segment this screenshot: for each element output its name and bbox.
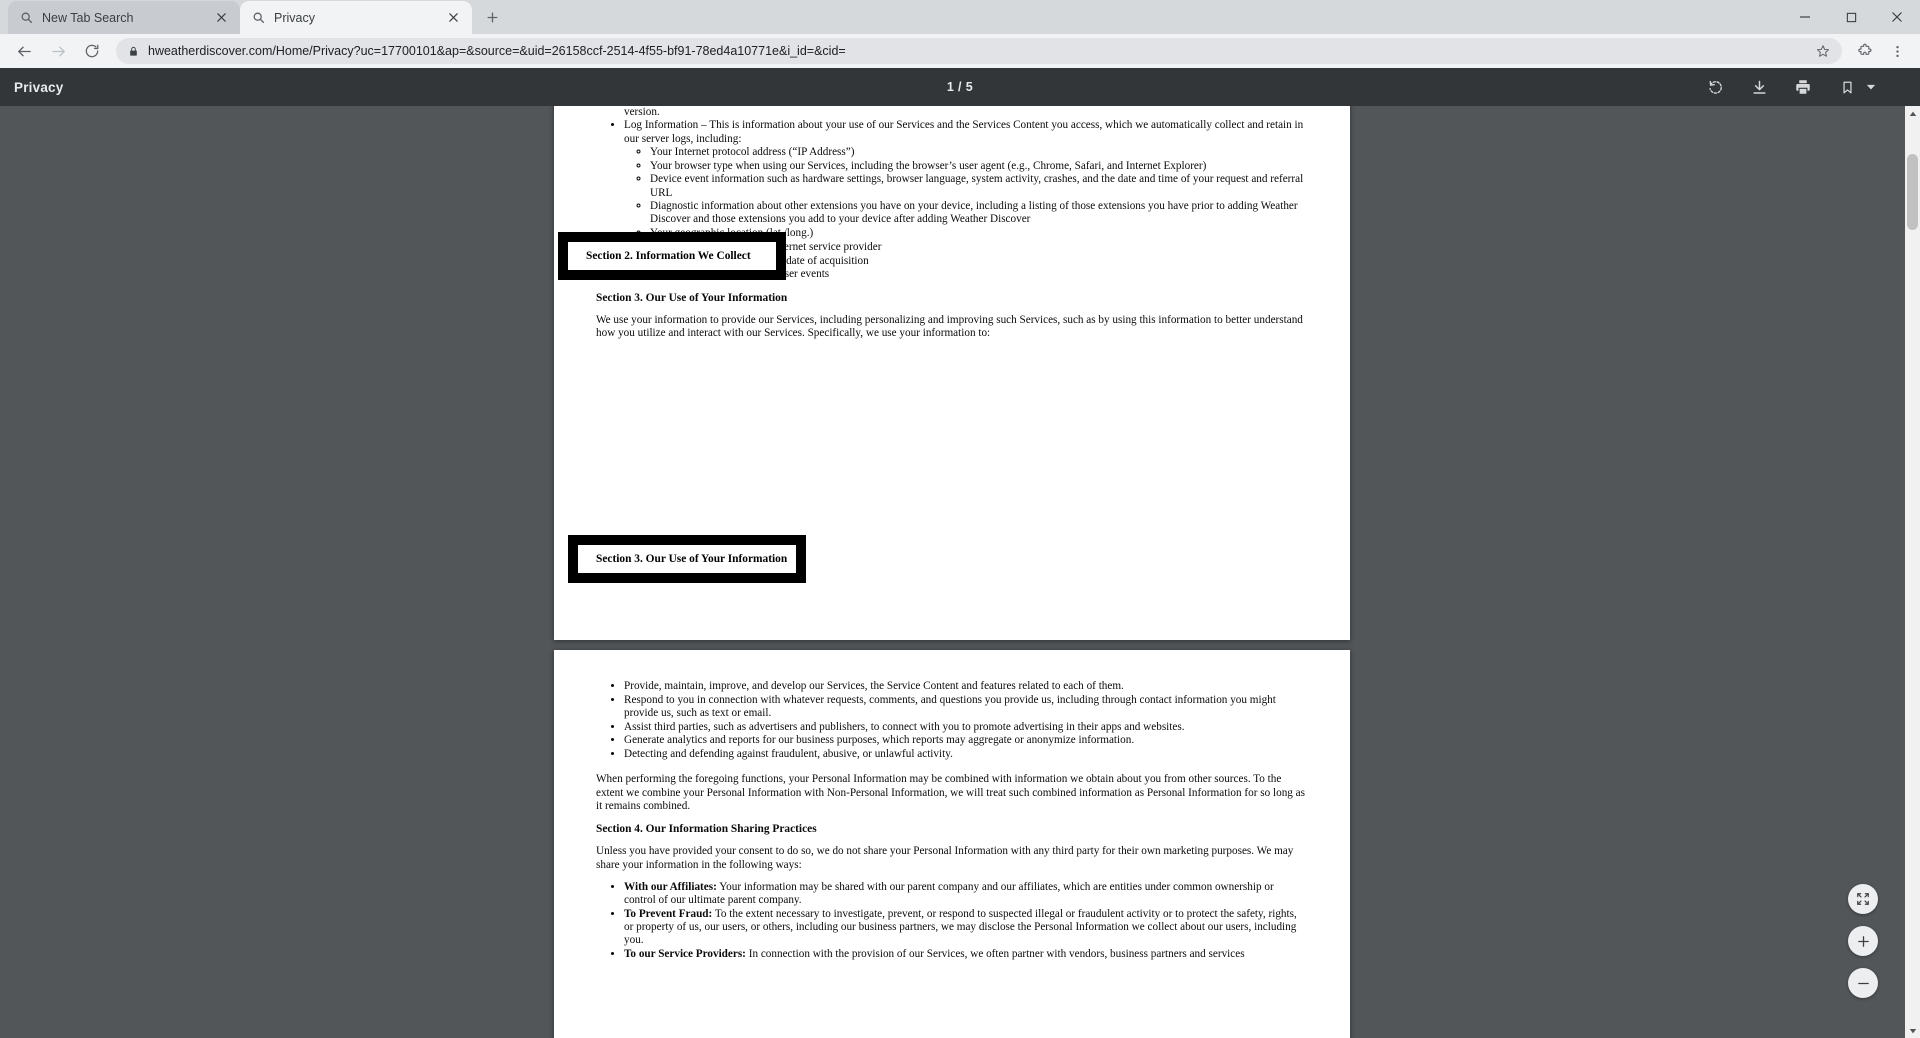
close-icon[interactable] — [444, 9, 462, 27]
list-item: To our Service Providers: In connection … — [624, 948, 1308, 961]
list-item-text: To the extent necessary to investigate, … — [624, 907, 1297, 947]
doc-heading-section-4: Section 4. Our Information Sharing Pract… — [596, 822, 817, 835]
list-item: Your Internet protocol address (“IP Addr… — [650, 146, 1308, 159]
list-item-label: To our Service Providers: — [624, 947, 746, 960]
doc-bullet-list: Provide, maintain, improve, and develop … — [596, 680, 1308, 761]
doc-heading-section-3: Section 3. Our Use of Your Information — [596, 291, 788, 304]
rotate-icon[interactable] — [1704, 76, 1726, 98]
browser-window: New Tab Search Privacy hweatherdiscover.… — [0, 0, 1920, 1038]
new-tab-button[interactable] — [478, 3, 506, 31]
list-item: Provide, maintain, improve, and develop … — [624, 680, 1308, 693]
list-item: Your browser type when using our Service… — [650, 160, 1308, 173]
pdf-document-title: Privacy — [14, 79, 64, 95]
close-window-button[interactable] — [1874, 0, 1920, 34]
list-item: Respond to you in connection with whatev… — [624, 694, 1308, 720]
highlight-box-section-2: Section 2. Information We Collect — [558, 232, 786, 280]
list-item: Assist third parties, such as advertiser… — [624, 721, 1308, 734]
tab-strip: New Tab Search Privacy — [0, 0, 1920, 34]
pdf-tool-buttons — [1704, 76, 1906, 98]
list-item-label: Log Information – This is information ab… — [624, 119, 1304, 145]
tab-new-tab-search[interactable]: New Tab Search — [8, 1, 240, 34]
scroll-up-icon[interactable] — [1905, 106, 1920, 121]
minimize-button[interactable] — [1782, 0, 1828, 34]
tab-privacy[interactable]: Privacy — [240, 1, 472, 34]
highlight-box-section-3: Section 3. Our Use of Your Information — [568, 535, 806, 583]
zoom-in-button[interactable] — [1848, 926, 1878, 956]
chevron-down-icon[interactable] — [1866, 82, 1876, 92]
back-button[interactable] — [10, 37, 38, 65]
doc-paragraph: We use your information to provide our S… — [596, 314, 1303, 340]
search-icon — [250, 10, 266, 26]
zoom-out-button[interactable] — [1848, 968, 1878, 998]
fit-to-page-icon[interactable] — [1848, 884, 1878, 914]
pdf-viewer: Privacy 1 / 5 • version. • Log Informati… — [0, 68, 1920, 1038]
window-controls — [1782, 0, 1920, 34]
doc-bullet-list: With our Affiliates: Your information ma… — [596, 881, 1308, 961]
doc-paragraph: Unless you have provided your consent to… — [596, 845, 1294, 871]
download-icon[interactable] — [1748, 76, 1770, 98]
search-icon — [18, 10, 34, 26]
three-dot-menu-icon[interactable] — [1884, 38, 1910, 64]
tab-title: New Tab Search — [42, 10, 134, 25]
lock-icon — [126, 44, 140, 58]
puzzle-icon[interactable] — [1852, 38, 1878, 64]
doc-paragraph: When performing the foregoing functions,… — [596, 773, 1305, 812]
list-item: To Prevent Fraud: To the extent necessar… — [624, 908, 1308, 948]
address-bar[interactable]: hweatherdiscover.com/Home/Privacy?uc=177… — [116, 38, 1842, 64]
list-item: Device event information such as hardwar… — [650, 173, 1308, 199]
pdf-page-1: use commercially reasonable efforts to s… — [554, 106, 1350, 640]
pdf-zoom-controls — [1848, 884, 1878, 998]
bookmark-icon[interactable] — [1836, 76, 1858, 98]
list-item: Device Information – This is information… — [624, 106, 1308, 119]
pdf-toolbar: Privacy 1 / 5 — [0, 68, 1920, 106]
star-icon[interactable] — [1814, 42, 1832, 60]
list-item: With our Affiliates: Your information ma… — [624, 881, 1308, 907]
pdf-page-scroll-area[interactable]: use commercially reasonable efforts to s… — [0, 106, 1920, 1038]
list-item-label: To Prevent Fraud: — [624, 907, 713, 920]
tab-title: Privacy — [274, 10, 315, 25]
list-item: Diagnostic information about other exten… — [650, 200, 1308, 226]
pdf-page-2: Provide, maintain, improve, and develop … — [554, 650, 1350, 1038]
url-text: hweatherdiscover.com/Home/Privacy?uc=177… — [148, 44, 846, 58]
list-item-text: In connection with the provision of our … — [745, 947, 1245, 960]
highlight-label: Section 2. Information We Collect — [586, 250, 751, 262]
vertical-scrollbar[interactable] — [1905, 106, 1920, 1038]
list-item-label: With our Affiliates: — [624, 880, 717, 893]
list-item: Generate analytics and reports for our b… — [624, 734, 1308, 747]
list-item: Detecting and defending against fraudule… — [624, 748, 1308, 761]
scroll-down-icon[interactable] — [1905, 1023, 1920, 1038]
reload-button[interactable] — [78, 37, 106, 65]
close-icon[interactable] — [212, 9, 230, 27]
browser-toolbar: hweatherdiscover.com/Home/Privacy?uc=177… — [0, 34, 1920, 68]
forward-button[interactable] — [44, 37, 72, 65]
scrollbar-thumb[interactable] — [1907, 154, 1918, 230]
maximize-button[interactable] — [1828, 0, 1874, 34]
page-indicator: 1 / 5 — [946, 80, 974, 94]
highlight-label: Section 3. Our Use of Your Information — [596, 553, 788, 565]
list-item-text: Your information may be shared with our … — [624, 880, 1274, 907]
print-icon[interactable] — [1792, 76, 1814, 98]
